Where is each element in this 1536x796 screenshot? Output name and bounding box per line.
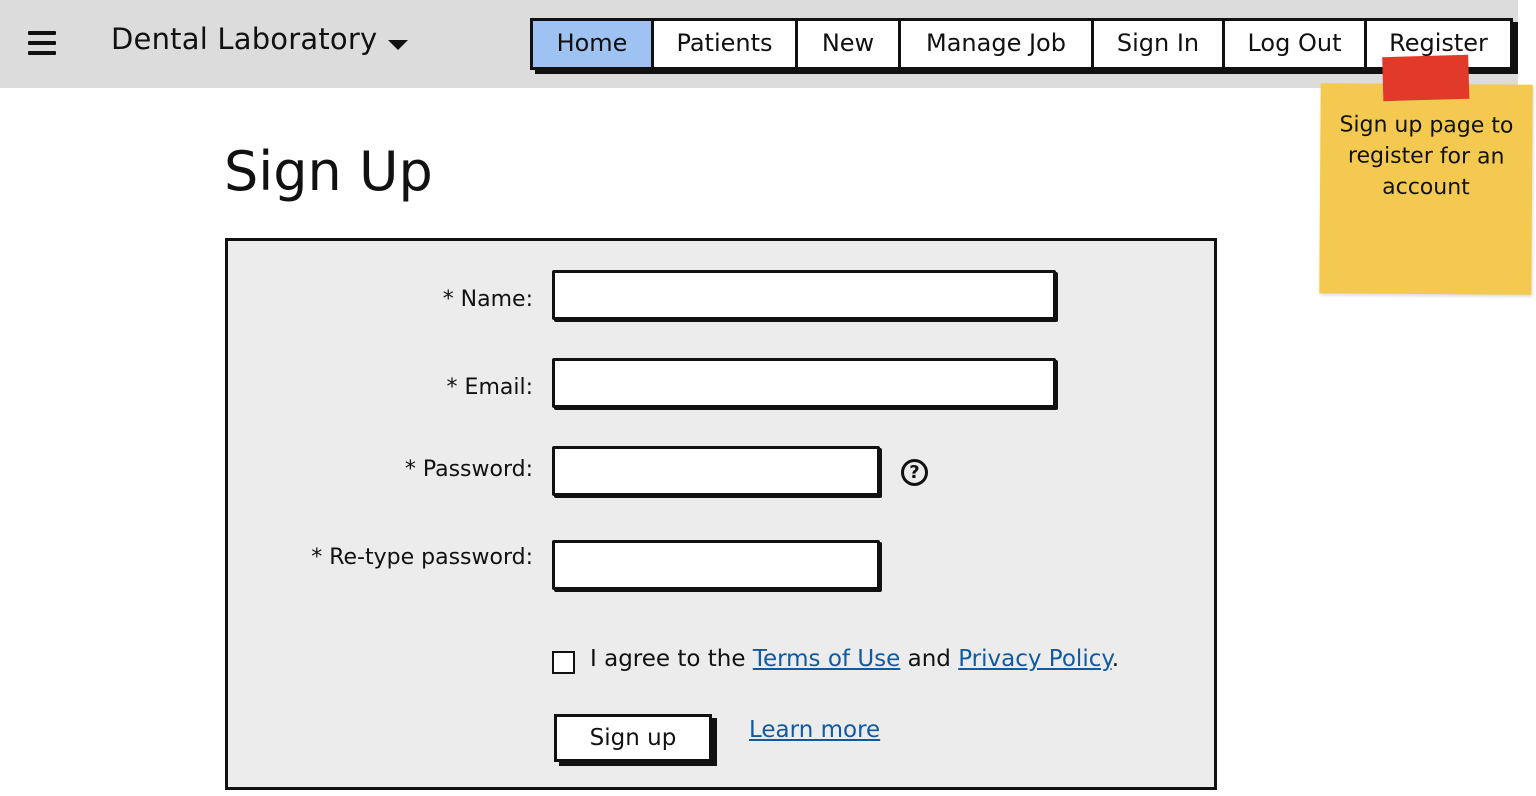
main-nav: Home Patients New Manage Job Sign In Log… [530, 18, 1513, 70]
nav-home[interactable]: Home [533, 21, 654, 67]
name-field[interactable] [552, 270, 1056, 320]
sign-up-button[interactable]: Sign up [554, 714, 712, 762]
retype-password-field[interactable] [552, 540, 880, 590]
top-bar: Dental Laboratory Home Patients New Mana… [0, 0, 1518, 88]
email-input[interactable] [555, 361, 1053, 405]
terms-of-use-link[interactable]: Terms of Use [753, 646, 901, 672]
signup-form: * Name: * Email: * Password: ? * Re-type… [225, 238, 1217, 790]
name-label: * Name: [442, 287, 533, 312]
retype-password-input[interactable] [555, 543, 877, 587]
nav-patients[interactable]: Patients [654, 21, 798, 67]
sticky-note: Sign up page to register for an account [1319, 54, 1533, 295]
agree-prefix: I agree to the [590, 646, 746, 672]
app-title[interactable]: Dental Laboratory [111, 22, 377, 56]
sticky-tape [1382, 54, 1470, 102]
sticky-note-text: Sign up page to register for an account [1339, 112, 1514, 201]
nav-log-out[interactable]: Log Out [1225, 21, 1367, 67]
agree-text: I agree to the Terms of Use and Privacy … [590, 646, 1119, 672]
retype-password-label: * Re-type password: [311, 545, 533, 570]
name-label-wrap: * Name: [228, 287, 533, 317]
password-label: * Password: [404, 457, 533, 482]
nav-new[interactable]: New [798, 21, 901, 67]
privacy-policy-link[interactable]: Privacy Policy [958, 646, 1111, 672]
question-circle-icon[interactable]: ? [901, 459, 928, 486]
password-input[interactable] [555, 449, 877, 493]
retype-label-wrap: * Re-type password: [228, 545, 533, 575]
nav-sign-in[interactable]: Sign In [1094, 21, 1225, 67]
email-label: * Email: [446, 375, 533, 400]
caret-down-icon[interactable] [388, 40, 408, 50]
nav-manage-job[interactable]: Manage Job [901, 21, 1094, 67]
agree-checkbox[interactable] [552, 651, 575, 674]
page-title: Sign Up [224, 140, 433, 203]
email-field[interactable] [552, 358, 1056, 408]
agree-suffix: . [1111, 646, 1119, 672]
password-label-wrap: * Password: [228, 457, 533, 487]
email-label-wrap: * Email: [228, 375, 533, 405]
name-input[interactable] [555, 273, 1053, 317]
password-field[interactable] [552, 446, 880, 496]
hamburger-menu-icon[interactable] [28, 31, 56, 57]
agree-and: and [907, 646, 951, 672]
learn-more-link[interactable]: Learn more [749, 717, 880, 743]
